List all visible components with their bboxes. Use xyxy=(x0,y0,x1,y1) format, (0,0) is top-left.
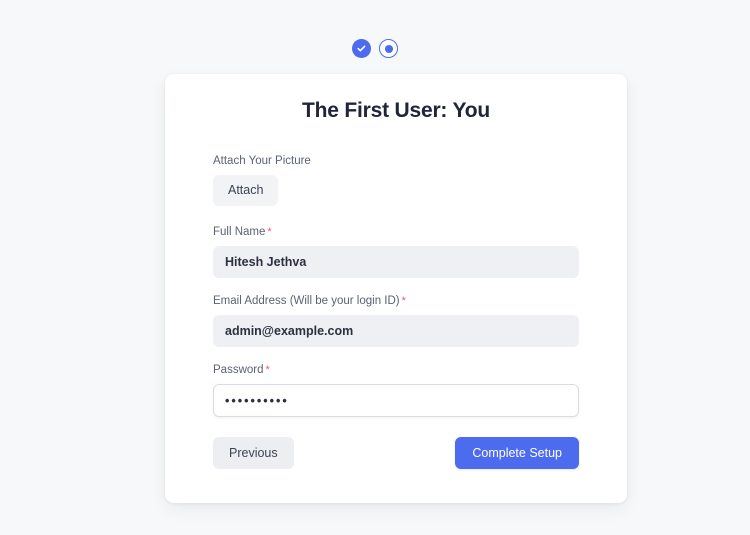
stepper-step-current[interactable] xyxy=(379,39,398,58)
setup-card: The First User: You Attach Your Picture … xyxy=(165,74,627,503)
password-label: Password* xyxy=(213,363,579,377)
required-asterisk: * xyxy=(402,295,406,307)
previous-button[interactable]: Previous xyxy=(213,437,294,469)
required-asterisk: * xyxy=(267,226,271,238)
page-title: The First User: You xyxy=(165,99,627,123)
setup-stepper xyxy=(0,39,750,58)
complete-setup-button[interactable]: Complete Setup xyxy=(455,437,579,469)
card-footer: Previous Complete Setup xyxy=(213,437,579,469)
password-label-text: Password xyxy=(213,364,264,376)
email-label-text: Email Address (Will be your login ID) xyxy=(213,295,400,307)
attach-picture-group: Attach Your Picture Attach xyxy=(213,154,579,205)
email-group: Email Address (Will be your login ID)* xyxy=(213,294,579,347)
email-label: Email Address (Will be your login ID)* xyxy=(213,294,579,308)
full-name-input[interactable] xyxy=(213,246,579,278)
attach-button[interactable]: Attach xyxy=(213,175,278,205)
full-name-group: Full Name* xyxy=(213,225,579,278)
full-name-label: Full Name* xyxy=(213,225,579,239)
setup-form: Attach Your Picture Attach Full Name* Em… xyxy=(213,154,579,433)
check-icon xyxy=(356,43,367,54)
password-group: Password* xyxy=(213,363,579,417)
stepper-step-completed[interactable] xyxy=(352,39,371,58)
full-name-label-text: Full Name xyxy=(213,226,265,238)
attach-picture-label: Attach Your Picture xyxy=(213,154,579,168)
password-input[interactable] xyxy=(213,384,579,417)
dot-icon xyxy=(385,45,393,53)
required-asterisk: * xyxy=(266,364,270,376)
email-input[interactable] xyxy=(213,315,579,347)
